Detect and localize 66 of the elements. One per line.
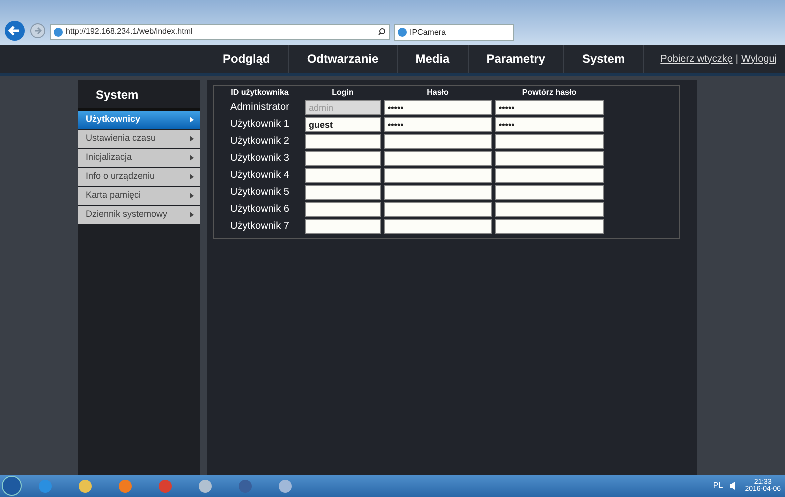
browser-tab[interactable]: IPCamera	[394, 24, 514, 41]
user-label: Użytkownik 6	[230, 203, 290, 217]
input-field[interactable]	[305, 134, 381, 149]
forward-icon[interactable]	[30, 23, 46, 39]
sidebar-item[interactable]: Ustawienia czasu	[78, 130, 200, 148]
arrow-icon	[190, 193, 194, 199]
search-icon[interactable]	[378, 28, 386, 36]
nav-item[interactable]: Media	[398, 45, 469, 73]
input-field[interactable]	[495, 151, 604, 166]
nav-item[interactable]: Podgląd	[205, 45, 290, 73]
user-label: Użytkownik 5	[230, 186, 290, 200]
input-field[interactable]	[305, 151, 381, 166]
input-field[interactable]	[495, 219, 604, 234]
url-text: http://192.168.234.1/web/index.html	[66, 26, 194, 38]
input-field[interactable]: •••••	[495, 117, 604, 132]
input-field[interactable]	[495, 134, 604, 149]
user-label: Użytkownik 3	[230, 152, 290, 166]
input-field[interactable]	[384, 151, 492, 166]
user-label: Administrator	[230, 101, 290, 115]
nav-item[interactable]: System	[564, 45, 644, 73]
user-label: Użytkownik 2	[230, 135, 290, 149]
column-header: ID użytkownika	[230, 87, 290, 99]
input-field[interactable]	[305, 219, 381, 234]
column-header: Powtórz hasło	[521, 87, 578, 99]
input-field[interactable]: guest	[305, 117, 381, 132]
nav-item[interactable]: Odtwarzanie	[289, 45, 398, 73]
arrow-icon	[190, 117, 194, 123]
input-field[interactable]	[384, 185, 492, 200]
language-indicator[interactable]: PL	[713, 480, 724, 492]
input-field[interactable]: •••••	[495, 100, 604, 115]
input-field[interactable]	[305, 168, 381, 183]
input-field[interactable]	[384, 134, 492, 149]
column-header: Login	[331, 87, 355, 99]
start-button[interactable]	[2, 476, 22, 496]
column-header: Hasło	[426, 87, 450, 99]
input-field[interactable]	[384, 168, 492, 183]
input-field[interactable]	[495, 202, 604, 217]
input-field[interactable]	[384, 219, 492, 234]
input-field[interactable]: •••••	[384, 117, 492, 132]
arrow-icon	[190, 212, 194, 218]
page-icon	[54, 28, 63, 36]
arrow-icon	[190, 136, 194, 142]
sidebar-item[interactable]: Inicjalizacja	[78, 149, 200, 167]
back-icon[interactable]	[4, 20, 26, 42]
user-label: Użytkownik 1	[230, 118, 290, 132]
arrow-icon	[190, 174, 194, 180]
page-icon	[398, 28, 407, 37]
input-field[interactable]	[495, 168, 604, 183]
input-field[interactable]	[384, 202, 492, 217]
arrow-icon	[190, 155, 194, 161]
sidebar-item[interactable]: Info o urządzeniu	[78, 168, 200, 186]
input-field[interactable]: •••••	[384, 100, 492, 115]
user-label: Użytkownik 7	[230, 220, 290, 234]
input-field[interactable]	[305, 185, 381, 200]
address-bar[interactable]: http://192.168.234.1/web/index.html	[50, 24, 390, 40]
header-link[interactable]: Pobierz wtyczkę	[660, 52, 733, 66]
sidebar-item[interactable]: Użytkownicy	[78, 111, 200, 129]
tab-title: IPCamera	[410, 26, 448, 38]
header-link[interactable]: Wyloguj	[742, 52, 777, 66]
link-separator: |	[736, 52, 739, 66]
sidebar-item[interactable]: Dziennik systemowy	[78, 206, 200, 224]
sidebar-item[interactable]: Karta pamięci	[78, 187, 200, 205]
user-label: Użytkownik 4	[230, 169, 290, 183]
nav-item[interactable]: Parametry	[468, 45, 564, 73]
input-field[interactable]	[305, 202, 381, 217]
input-field[interactable]	[495, 185, 604, 200]
